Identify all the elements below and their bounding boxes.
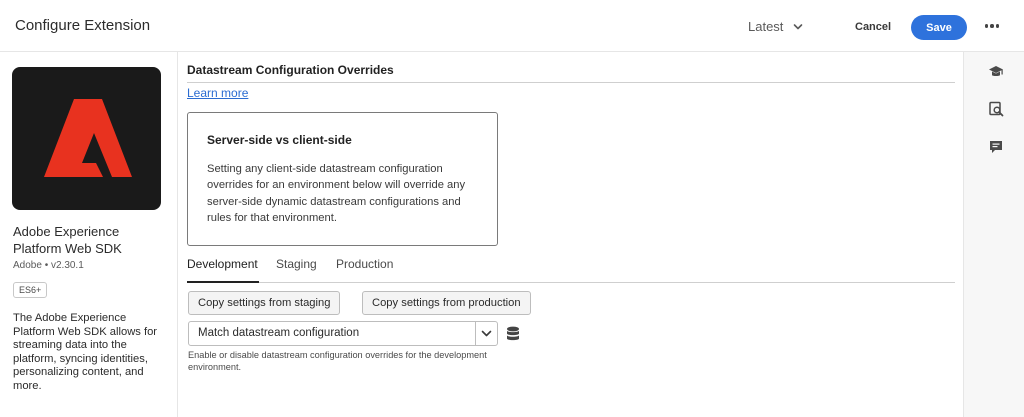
more-dot-icon bbox=[995, 24, 1000, 28]
tab-staging[interactable]: Staging bbox=[276, 257, 317, 271]
more-dot-icon bbox=[984, 24, 989, 28]
es-version-badge: ES6+ bbox=[13, 282, 48, 298]
section-title: Datastream Configuration Overrides bbox=[187, 63, 394, 77]
section-divider bbox=[187, 82, 955, 83]
version-dropdown[interactable]: Latest bbox=[748, 19, 803, 34]
more-dot-icon bbox=[990, 24, 994, 28]
adobe-logo-icon bbox=[44, 99, 132, 177]
environment-tabs: Development Staging Production bbox=[187, 254, 955, 284]
copy-from-staging-button[interactable]: Copy settings from staging bbox=[188, 291, 341, 315]
tabs-divider bbox=[187, 282, 955, 283]
version-label: Latest bbox=[748, 19, 784, 34]
search-document-icon[interactable] bbox=[988, 101, 1004, 117]
save-button[interactable]: Save bbox=[911, 15, 967, 40]
right-rail bbox=[963, 52, 1024, 417]
select-value: Match datastream configuration bbox=[198, 327, 360, 339]
cancel-button[interactable]: Cancel bbox=[846, 15, 900, 39]
page-title: Configure Extension bbox=[15, 17, 151, 34]
info-card-title: Server-side vs client-side bbox=[207, 133, 352, 147]
info-card-body: Setting any client-side datastream confi… bbox=[207, 163, 466, 224]
select-divider bbox=[475, 322, 476, 345]
extension-meta: Adobe • v2.30.1 bbox=[13, 260, 84, 271]
active-tab-indicator bbox=[187, 281, 259, 283]
app-header: Configure Extension Latest Cancel Save bbox=[0, 0, 1024, 52]
info-card: Server-side vs client-side Setting any c… bbox=[187, 112, 498, 246]
copy-from-production-button[interactable]: Copy settings from production bbox=[362, 291, 531, 315]
chevron-down-icon bbox=[794, 23, 803, 29]
more-options-button[interactable] bbox=[983, 17, 1001, 35]
comment-icon[interactable] bbox=[988, 139, 1004, 155]
database-icon[interactable] bbox=[506, 326, 520, 342]
override-mode-select[interactable]: Match datastream configuration bbox=[188, 321, 498, 346]
extension-info-panel: Adobe Experience Platform Web SDK Adobe … bbox=[0, 52, 178, 417]
tab-development[interactable]: Development bbox=[187, 257, 258, 271]
learn-more-link[interactable]: Learn more bbox=[187, 86, 248, 100]
graduation-cap-icon[interactable] bbox=[988, 64, 1004, 80]
chevron-down-icon[interactable] bbox=[481, 329, 492, 338]
extension-logo bbox=[12, 67, 161, 210]
extension-name: Adobe Experience Platform Web SDK bbox=[13, 224, 122, 256]
tab-production[interactable]: Production bbox=[336, 257, 393, 271]
override-help-text: Enable or disable datastream configurati… bbox=[188, 350, 487, 372]
extension-description: The Adobe Experience Platform Web SDK al… bbox=[13, 312, 158, 392]
